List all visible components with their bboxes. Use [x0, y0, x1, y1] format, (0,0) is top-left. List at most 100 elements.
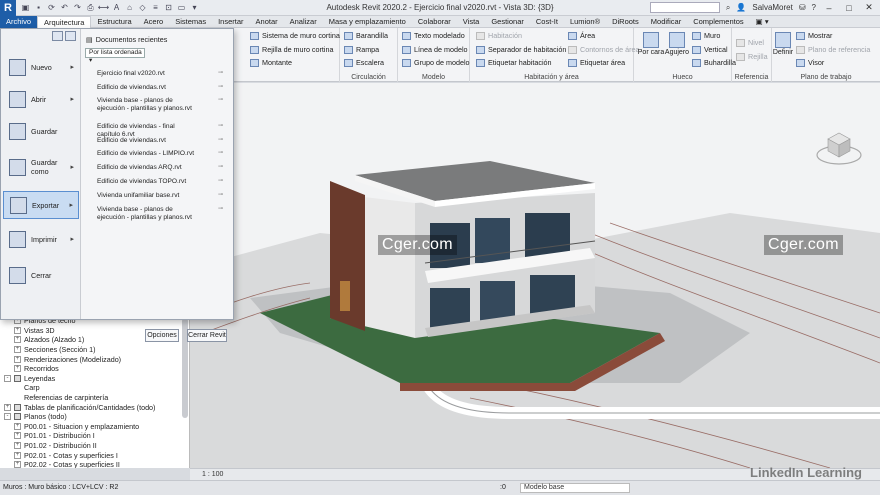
browser-tree-row[interactable]: + P01.01 - Distribución I [0, 431, 189, 441]
recent-file-item[interactable]: Edificio de viviendas ARQ.rvt ⊸ [97, 164, 223, 172]
stair-button[interactable]: Escalera [344, 58, 384, 67]
wall-opening-button[interactable]: Muro [692, 31, 720, 40]
user-name[interactable]: SalvaMoret [752, 3, 792, 12]
help-icon[interactable]: ? [812, 3, 816, 12]
show-workplane-button[interactable]: Mostrar [796, 31, 832, 40]
expand-icon[interactable]: + [4, 403, 11, 411]
thin-lines-icon[interactable]: ≡ [150, 2, 161, 13]
browser-tree-row[interactable]: + P00.01 - Situacion y emplazamiento [0, 422, 189, 432]
vertical-opening-button[interactable]: Vertical [692, 45, 728, 54]
expand-icon[interactable]: + [14, 442, 21, 450]
exit-revit-button[interactable]: Cerrar Revit [187, 329, 227, 342]
recent-file-item[interactable]: Edificio de viviendas.rvt ⊸ [97, 137, 223, 145]
recent-file-item[interactable]: Ejercicio final v2020.rvt ⊸ [97, 70, 223, 78]
search-icon[interactable]: ⌕ [726, 3, 730, 13]
menu-item-new[interactable]: Nuevo ▸ [3, 53, 79, 81]
ribbon-minimize-icon[interactable]: ▣ ▾ [750, 16, 775, 28]
mullion-button[interactable]: Montante [250, 58, 292, 67]
railing-button[interactable]: Barandilla [344, 31, 388, 40]
set-workplane-button[interactable]: Definir [768, 32, 798, 57]
cart-icon[interactable]: ⛁ [799, 3, 806, 12]
recent-file-item[interactable]: Vivienda unifamiliar base.rvt ⊸ [97, 192, 223, 200]
open-documents-toggle-icon[interactable] [65, 31, 76, 41]
tab-item-3[interactable]: Acero [138, 16, 170, 28]
print-icon[interactable]: ⎙ [85, 2, 96, 13]
menu-item-save[interactable]: Guardar [3, 117, 79, 145]
design-option-select[interactable]: Modelo base [520, 483, 630, 493]
expand-icon[interactable]: + [14, 355, 21, 363]
undo-icon[interactable]: ↶ [59, 2, 70, 13]
recent-file-item[interactable]: Edificio de viviendas - LIMPIO.rvt ⊸ [97, 150, 223, 158]
expand-icon[interactable]: + [14, 346, 21, 354]
tag-room-button[interactable]: Etiquetar habitación [476, 58, 552, 67]
recent-file-item[interactable]: Vivienda base - planos de ejecución - pl… [97, 97, 223, 112]
text-icon[interactable]: A [111, 2, 122, 13]
tab-item-8[interactable]: Masa y emplazamiento [323, 16, 412, 28]
measure-icon[interactable]: ⟷ [98, 2, 109, 13]
switch-windows-icon[interactable]: ▭ [176, 2, 187, 13]
pin-icon[interactable]: ⊸ [218, 164, 223, 172]
search-input[interactable] [649, 2, 720, 13]
options-button[interactable]: Opciones [145, 329, 179, 342]
shaft-button[interactable]: Agujero [662, 32, 692, 57]
level-button[interactable]: Nivel [736, 38, 764, 47]
room-button[interactable]: Habitación [476, 31, 522, 40]
recent-file-item[interactable]: Edificio de viviendas TOPO.rvt ⊸ [97, 178, 223, 186]
expand-icon[interactable]: + [14, 336, 21, 344]
browser-tree-row[interactable]: - Leyendas [0, 374, 189, 384]
expand-icon[interactable]: + [14, 365, 21, 373]
view-cube[interactable] [814, 123, 864, 173]
tab-item-11[interactable]: Gestionar [485, 16, 530, 28]
pin-icon[interactable]: ⊸ [218, 192, 223, 200]
recent-documents-toggle-icon[interactable] [52, 31, 63, 41]
minimize-button[interactable]: – [822, 3, 836, 13]
tab-item-5[interactable]: Insertar [212, 16, 249, 28]
browser-tree-row[interactable]: + P02.01 - Cotas y superficies I [0, 450, 189, 460]
tab-item-9[interactable]: Colaborar [412, 16, 457, 28]
open-icon[interactable]: ▣ [20, 2, 31, 13]
browser-tree-row[interactable]: Carp [0, 383, 189, 393]
view-scale[interactable]: 1 : 100 [202, 471, 223, 478]
browser-tree-row[interactable]: + Renderizaciones (Modelizado) [0, 354, 189, 364]
collapse-icon[interactable]: - [4, 413, 11, 421]
recent-file-item[interactable]: Edificio de viviendas.rvt ⊸ [97, 84, 223, 92]
tab-item-1[interactable]: Arquitectura [37, 15, 92, 28]
browser-tree-row[interactable]: + Recorridos [0, 364, 189, 374]
revit-logo-icon[interactable]: R [0, 0, 16, 16]
save-icon[interactable]: ▪ [33, 2, 44, 13]
viewer-button[interactable]: Visor [796, 58, 824, 67]
menu-item-open[interactable]: Abrir ▸ [3, 85, 79, 113]
view-3d-icon[interactable]: ⌂ [124, 2, 135, 13]
reference-plane-button[interactable]: Plano de referencia [796, 45, 870, 54]
model-line-button[interactable]: Línea de modelo [402, 45, 468, 54]
pin-icon[interactable]: ⊸ [218, 150, 223, 158]
browser-tree-row[interactable]: + P02.02 - Cotas y superficies II [0, 460, 189, 468]
expand-icon[interactable]: + [14, 326, 21, 334]
tab-item-6[interactable]: Anotar [250, 16, 284, 28]
dormer-button[interactable]: Buhardilla [692, 58, 736, 67]
customize-qat-icon[interactable]: ▾ [189, 2, 200, 13]
grid-button[interactable]: Rejilla [736, 52, 768, 61]
pin-icon[interactable]: ⊸ [218, 84, 223, 92]
tab-item-13[interactable]: Lumion® [564, 16, 606, 28]
curtain-grid-button[interactable]: Rejilla de muro cortina [250, 45, 334, 54]
tab-item-16[interactable]: Complementos [687, 16, 749, 28]
pin-icon[interactable]: ⊸ [218, 123, 223, 131]
maximize-button[interactable]: □ [842, 3, 856, 13]
browser-tree-row[interactable]: - Planos (todo) [0, 412, 189, 422]
tag-area-button[interactable]: Etiquetar área [568, 58, 625, 67]
tab-item-12[interactable]: Cost-It [530, 16, 564, 28]
tab-item-14[interactable]: DiRoots [606, 16, 645, 28]
expand-icon[interactable]: + [14, 451, 21, 459]
recent-file-item[interactable]: Vivienda base - planos de ejecución - pl… [97, 206, 223, 221]
area-boundary-button[interactable]: Contornos de área [568, 45, 640, 54]
menu-item-save-as[interactable]: Guardar como ▸ [3, 153, 79, 181]
model-text-button[interactable]: Texto modelado [402, 31, 465, 40]
close-button[interactable]: ✕ [862, 2, 876, 13]
browser-tree-row[interactable]: + Tablas de planificación/Cantidades (tod… [0, 402, 189, 412]
room-separator-button[interactable]: Separador de habitación [476, 45, 566, 54]
user-icon[interactable]: 👤 [736, 3, 746, 12]
pin-icon[interactable]: ⊸ [218, 97, 223, 105]
tab-file[interactable]: Archivo [0, 15, 38, 28]
tab-item-2[interactable]: Estructura [91, 16, 137, 28]
